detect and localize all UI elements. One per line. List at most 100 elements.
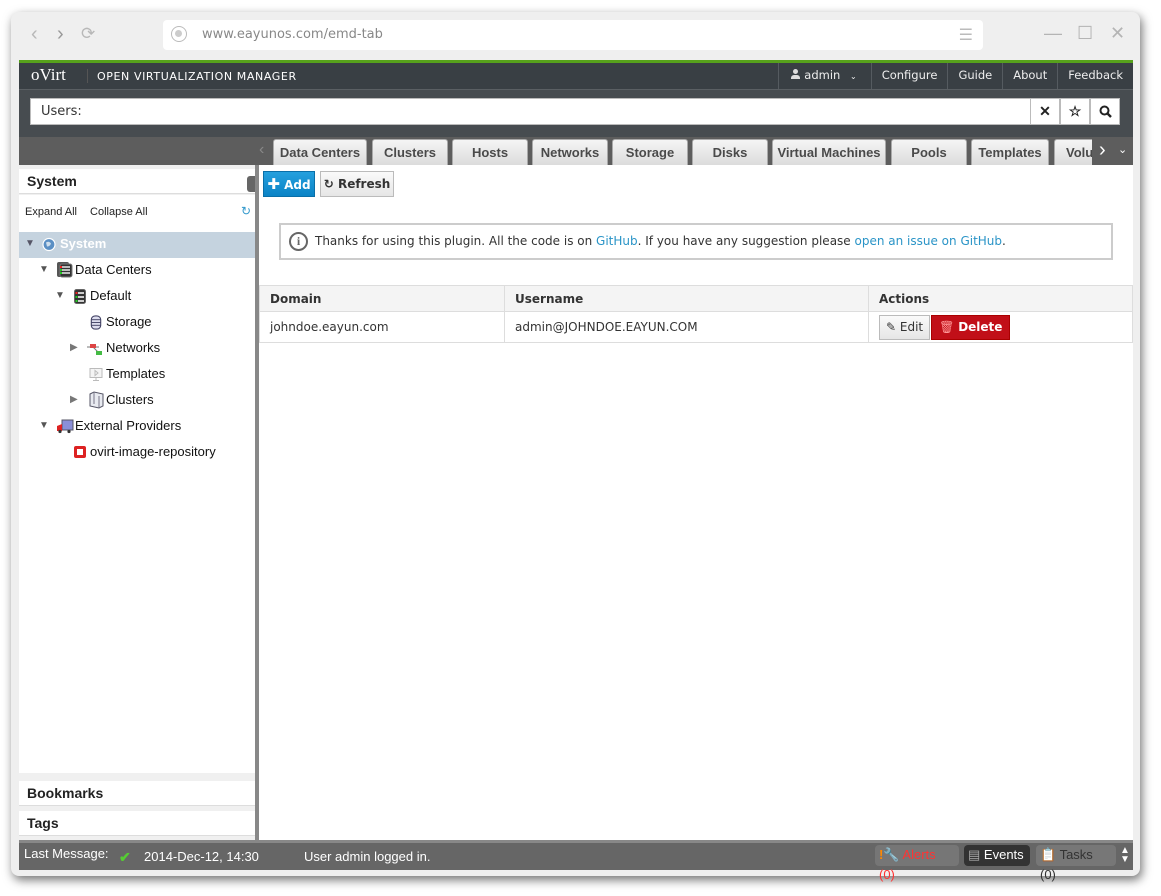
plus-icon: ✚ <box>267 175 280 193</box>
expanded-arrow-icon[interactable]: ▼ <box>39 258 49 282</box>
datacenters-icon <box>57 262 73 278</box>
column-header-username[interactable]: Username <box>504 285 869 312</box>
table-row[interactable]: johndoe.eayun.com admin@JOHNDOE.EAYUN.CO… <box>259 311 1133 343</box>
status-footer: Last Message: ✔ 2014-Dec-12, 14:30 User … <box>19 840 1133 882</box>
tab-virtual-machines[interactable]: Virtual Machines <box>772 139 886 165</box>
alerts-tab[interactable]: !🔧 Alerts (0) <box>875 845 959 882</box>
globe-icon <box>42 237 56 252</box>
address-bar[interactable]: www.eayunos.com/emd-tab ☰ <box>163 20 983 50</box>
tab-scroll-left[interactable]: ‹ <box>259 141 264 159</box>
configure-link[interactable]: Configure <box>870 63 948 89</box>
tree-label: Networks <box>106 340 161 355</box>
providers-icon <box>57 419 74 434</box>
tree-label: Clusters <box>106 392 154 407</box>
expanded-arrow-icon[interactable]: ▼ <box>25 232 35 256</box>
check-icon: ✔ <box>119 849 131 865</box>
cell-domain: johndoe.eayun.com <box>259 311 505 343</box>
close-icon: ✕ <box>1039 103 1051 119</box>
header-bar: oVirt OPEN VIRTUALIZATION MANAGER admin … <box>19 60 1133 89</box>
tree-item-templates[interactable]: Templates <box>19 362 255 388</box>
events-icon: ▤ <box>968 847 981 862</box>
open-issue-link[interactable]: open an issue on GitHub <box>855 234 1003 248</box>
minimize-button[interactable]: — <box>1044 23 1062 44</box>
forward-button[interactable]: › <box>57 24 64 44</box>
refresh-tree-icon[interactable]: ↻ <box>241 204 251 218</box>
tags-panel[interactable]: Tags <box>19 811 255 836</box>
globe-icon <box>171 26 187 42</box>
system-tree: Expand All Collapse All ↻ ▼ System ▼ Dat… <box>19 195 255 773</box>
tab-hosts[interactable]: Hosts <box>452 139 528 165</box>
github-link[interactable]: GitHub <box>596 234 638 248</box>
back-button[interactable]: ‹ <box>31 24 38 44</box>
search-input[interactable]: Users: <box>30 98 1031 125</box>
system-panel-title: System <box>27 173 77 189</box>
tree-label: Templates <box>106 366 166 381</box>
bookmarks-panel[interactable]: Bookmarks <box>19 781 255 806</box>
add-button[interactable]: ✚ Add <box>263 171 315 197</box>
tree-item-ovirt-image-repository[interactable]: ovirt-image-repository <box>19 440 255 466</box>
collapsed-arrow-icon[interactable]: ▶ <box>70 388 78 412</box>
tree-item-system[interactable]: ▼ System <box>19 232 255 258</box>
tab-networks[interactable]: Networks <box>532 139 608 165</box>
about-link[interactable]: About <box>1002 63 1057 89</box>
collapse-sidebar-button[interactable] <box>247 176 255 192</box>
expanded-arrow-icon[interactable]: ▼ <box>39 414 49 438</box>
collapsed-arrow-icon[interactable]: ▶ <box>70 336 78 360</box>
edit-button[interactable]: ✎ Edit <box>879 314 931 340</box>
tree-label: Storage <box>106 314 152 329</box>
repository-icon <box>74 446 86 458</box>
last-message-time: 2014-Dec-12, 14:30 <box>144 849 259 864</box>
tasks-tab[interactable]: 📋 Tasks (0) <box>1036 845 1116 882</box>
user-menu[interactable]: admin ⌄ <box>778 63 870 89</box>
main-tabs: ‹ Data Centers Clusters Hosts Networks S… <box>19 137 1133 165</box>
search-bar: Users: ✕ ☆ <box>19 89 1133 137</box>
tab-disks[interactable]: Disks <box>692 139 768 165</box>
resize-footer-icon[interactable]: ▲ ▼ <box>1120 846 1130 865</box>
tab-storage[interactable]: Storage <box>612 139 688 165</box>
maximize-button[interactable]: ☐ <box>1077 23 1093 44</box>
expanded-arrow-icon[interactable]: ▼ <box>55 284 65 308</box>
delete-button[interactable]: 🗑 Delete <box>931 314 1011 340</box>
delete-label: Delete <box>958 319 1003 334</box>
browser-window: ‹ › ⟳ www.eayunos.com/emd-tab ☰ — ☐ ✕ oV… <box>11 12 1140 882</box>
tree-item-default[interactable]: ▼ Default <box>19 284 255 310</box>
header-links: admin ⌄ Configure Guide About Feedback <box>778 63 1133 89</box>
reload-button[interactable]: ⟳ <box>81 24 95 44</box>
storage-icon <box>90 315 102 330</box>
url-text[interactable]: www.eayunos.com/emd-tab <box>202 27 383 42</box>
close-window-button[interactable]: ✕ <box>1110 23 1125 44</box>
system-panel-header[interactable]: System <box>19 169 255 194</box>
bookmark-search-button[interactable]: ☆ <box>1060 98 1090 125</box>
product-title: OPEN VIRTUALIZATION MANAGER <box>97 70 297 83</box>
refresh-button[interactable]: ↻ Refresh <box>320 171 394 197</box>
alert-wrench-icon: !🔧 <box>879 847 900 862</box>
tree-item-data-centers[interactable]: ▼ Data Centers <box>19 258 255 284</box>
datacenter-icon <box>74 289 86 304</box>
chevron-right-icon[interactable]: › <box>1099 139 1106 162</box>
tab-templates[interactable]: Templates <box>971 139 1049 165</box>
tab-clusters[interactable]: Clusters <box>372 139 448 165</box>
chevron-down-icon[interactable]: ⌄ <box>1118 143 1127 156</box>
column-header-domain[interactable]: Domain <box>259 285 505 312</box>
tab-data-centers[interactable]: Data Centers <box>273 139 367 165</box>
search-button[interactable] <box>1090 98 1120 125</box>
expand-all-link[interactable]: Expand All <box>25 206 77 218</box>
tree-item-external-providers[interactable]: ▼ External Providers <box>19 414 255 440</box>
guide-link[interactable]: Guide <box>947 63 1002 89</box>
tree-item-clusters[interactable]: ▶ Clusters <box>19 388 255 414</box>
edit-label: Edit <box>899 319 924 334</box>
pencil-icon: ✎ <box>886 319 897 334</box>
collapse-all-link[interactable]: Collapse All <box>90 206 147 218</box>
last-message-label: Last Message: <box>24 846 109 861</box>
search-icon <box>1099 105 1112 118</box>
tree-item-networks[interactable]: ▶ Networks <box>19 336 255 362</box>
tree-item-storage[interactable]: Storage <box>19 310 255 336</box>
tab-scroll-controls: › ⌄ <box>1092 137 1133 165</box>
clear-search-button[interactable]: ✕ <box>1030 98 1060 125</box>
feedback-link[interactable]: Feedback <box>1057 63 1133 89</box>
tab-pools[interactable]: Pools <box>891 139 967 165</box>
user-name: admin <box>804 68 841 82</box>
menu-icon[interactable]: ☰ <box>959 25 973 45</box>
info-text: . If you have any suggestion please <box>637 234 855 248</box>
events-tab[interactable]: ▤ Events <box>964 845 1030 866</box>
